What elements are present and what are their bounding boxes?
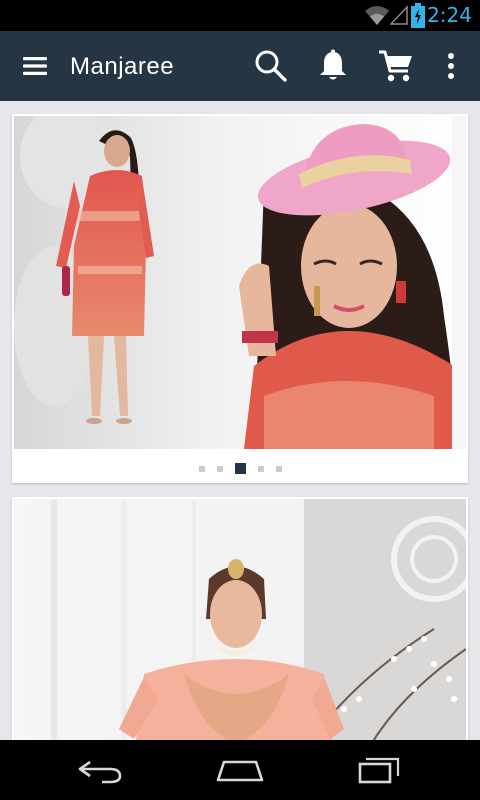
carousel-dot[interactable] xyxy=(216,465,223,472)
carousel-dot[interactable] xyxy=(198,465,205,472)
collection-image[interactable] xyxy=(14,499,466,757)
status-time: 2:24 xyxy=(427,3,472,27)
cart-icon[interactable] xyxy=(378,49,414,83)
search-icon[interactable] xyxy=(254,49,288,83)
more-vert-icon[interactable] xyxy=(444,51,458,81)
cell-signal-icon xyxy=(390,5,408,25)
home-icon[interactable] xyxy=(214,754,266,786)
app-title: Manjaree xyxy=(70,53,175,80)
carousel-dot[interactable] xyxy=(275,465,282,472)
carousel-dot[interactable] xyxy=(257,465,264,472)
carousel-indicators xyxy=(12,460,468,475)
recents-icon[interactable] xyxy=(356,754,404,786)
carousel-dot-active[interactable] xyxy=(234,463,246,475)
menu-icon[interactable] xyxy=(22,55,48,77)
back-icon[interactable] xyxy=(76,754,124,786)
bell-icon[interactable] xyxy=(318,49,348,83)
battery-charging-icon xyxy=(411,3,425,28)
app-bar: Manjaree xyxy=(0,31,480,101)
collection-card[interactable] xyxy=(12,497,468,757)
banner-card[interactable] xyxy=(12,114,468,483)
banner-image[interactable] xyxy=(14,116,466,449)
status-bar: 2:24 xyxy=(0,0,480,31)
system-nav-bar xyxy=(0,740,480,800)
wifi-icon xyxy=(365,6,389,25)
